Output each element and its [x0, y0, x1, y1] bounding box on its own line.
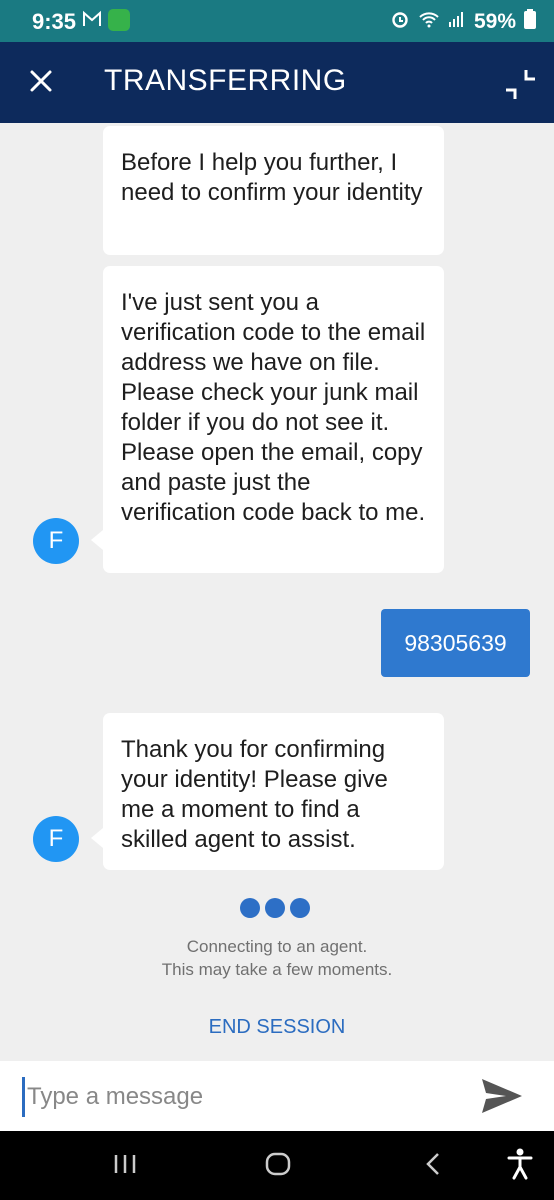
recent-apps-icon: [114, 1155, 136, 1173]
message-composer: [0, 1061, 554, 1131]
home-icon: [265, 1152, 291, 1176]
header-title: TRANSFERRING: [104, 64, 347, 97]
signal-icon: [448, 10, 466, 33]
recent-apps-button[interactable]: [112, 1151, 138, 1182]
back-icon: [426, 1153, 439, 1175]
status-icons: 59%: [390, 9, 536, 34]
agent-message: I've just sent you a verification code t…: [103, 266, 444, 573]
alarm-icon: [390, 9, 410, 34]
system-nav-bar: [0, 1131, 554, 1200]
send-icon: [482, 1079, 522, 1113]
battery-percent: 59%: [473, 9, 516, 33]
agent-message-text: I've just sent you a verification code t…: [121, 289, 426, 526]
back-button[interactable]: [423, 1151, 445, 1182]
message-tail: [91, 530, 103, 550]
connecting-status: Connecting to an agent. This may take a …: [0, 935, 554, 981]
connecting-line-1: Connecting to an agent.: [186, 937, 368, 956]
battery-icon: [524, 9, 536, 34]
user-message-text: 98305639: [404, 630, 507, 656]
home-button[interactable]: [265, 1151, 291, 1182]
wifi-icon: [418, 10, 440, 33]
typing-dot: [240, 898, 260, 918]
agent-message: Thank you for confirming your identity! …: [103, 713, 444, 870]
accessibility-button[interactable]: [507, 1148, 533, 1185]
gmail-icon: [82, 10, 102, 33]
message-tail: [91, 828, 103, 848]
agent-message: Before I help you further, I need to con…: [103, 126, 444, 255]
app-notification-icon: [108, 9, 130, 31]
typing-indicator: [240, 898, 310, 918]
typing-dot: [265, 898, 285, 918]
accessibility-icon: [507, 1148, 533, 1180]
user-message: 98305639: [381, 609, 530, 677]
agent-message-text: Before I help you further, I need to con…: [121, 149, 423, 206]
chat-transcript[interactable]: Before I help you further, I need to con…: [0, 123, 554, 1061]
typing-dot: [290, 898, 310, 918]
agent-avatar: F: [33, 518, 79, 564]
message-input[interactable]: [22, 1077, 449, 1117]
agent-message-text: Thank you for confirming your identity! …: [121, 736, 388, 853]
send-button[interactable]: [480, 1077, 524, 1115]
connecting-line-2: This may take a few moments.: [161, 960, 393, 979]
minimize-button[interactable]: [502, 66, 536, 100]
close-icon: [30, 70, 52, 92]
minimize-icon: [506, 70, 535, 99]
end-session-button[interactable]: END SESSION: [0, 1016, 554, 1039]
agent-avatar: F: [33, 816, 79, 862]
close-button[interactable]: [24, 64, 58, 98]
status-time: 9:35: [32, 9, 77, 34]
chat-header: TRANSFERRING: [0, 42, 554, 123]
status-bar: 9:35 59%: [0, 0, 554, 42]
